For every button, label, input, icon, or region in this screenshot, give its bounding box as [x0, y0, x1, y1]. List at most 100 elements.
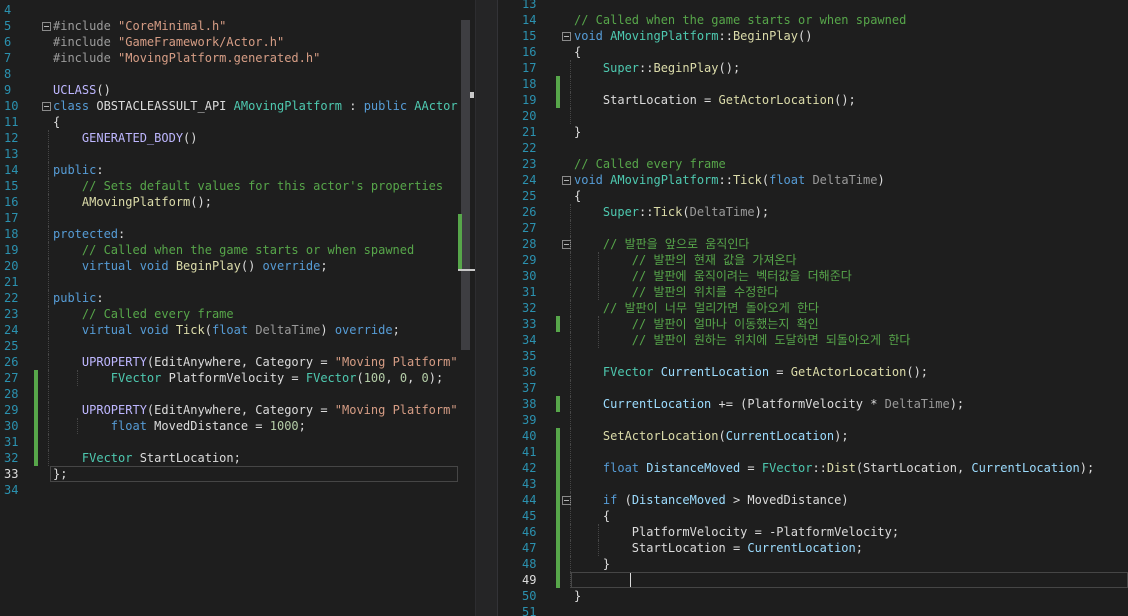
collapse-icon[interactable] — [42, 102, 51, 111]
code-text[interactable]: FVector CurrentLocation = GetActorLocati… — [574, 364, 928, 380]
code-line[interactable]: 36 FVector CurrentLocation = GetActorLoc… — [498, 364, 1128, 380]
code-line[interactable]: 25 { — [498, 188, 1128, 204]
code-text[interactable]: // Called when the game starts or when s… — [53, 242, 414, 258]
code-line[interactable]: 20 virtual void BeginPlay() override; — [0, 258, 458, 274]
code-text[interactable]: FVector StartLocation; — [53, 450, 241, 466]
code-line[interactable]: 15 // Sets default values for this actor… — [0, 178, 458, 194]
code-line[interactable]: 4 — [0, 2, 458, 18]
code-line[interactable]: 13 — [0, 146, 458, 162]
code-line[interactable]: 44 if (DistanceMoved > MovedDistance) — [498, 492, 1128, 508]
code-line[interactable]: 10 class OBSTACLEASSULT_API AMovingPlatfo… — [0, 98, 458, 114]
code-text[interactable]: // Sets default values for this actor's … — [53, 178, 443, 194]
code-line[interactable]: 51 — [498, 604, 1128, 616]
code-line[interactable]: 25 — [0, 338, 458, 354]
code-line[interactable]: 42 float DistanceMoved = FVector::Dist(S… — [498, 460, 1128, 476]
code-text[interactable]: { — [574, 188, 581, 204]
code-line[interactable]: 17 Super::BeginPlay(); — [498, 60, 1128, 76]
code-text[interactable]: // 발판이 원하는 위치에 도달하면 되돌아오게 한다 — [574, 332, 911, 348]
code-line[interactable]: 22 — [498, 140, 1128, 156]
code-line[interactable]: 15 void AMovingPlatform::BeginPlay() — [498, 28, 1128, 44]
code-line[interactable]: 16 AMovingPlatform(); — [0, 194, 458, 210]
code-line[interactable]: 43 — [498, 476, 1128, 492]
code-text[interactable]: StartLocation = GetActorLocation(); — [574, 92, 856, 108]
code-line[interactable]: 28 — [0, 386, 458, 402]
code-text[interactable]: #include "MovingPlatform.generated.h" — [53, 50, 320, 66]
code-line[interactable]: 6 #include "GameFramework/Actor.h" — [0, 34, 458, 50]
code-line[interactable]: 31 // 발판의 위치를 수정한다 — [498, 284, 1128, 300]
code-line[interactable]: 27 FVector PlatformVelocity = FVector(10… — [0, 370, 458, 386]
code-line[interactable]: 48 } — [498, 556, 1128, 572]
code-text[interactable]: UCLASS() — [53, 82, 111, 98]
code-line[interactable]: 9 UCLASS() — [0, 82, 458, 98]
code-text[interactable]: AMovingPlatform(); — [53, 194, 212, 210]
code-line[interactable]: 34 // 발판이 원하는 위치에 도달하면 되돌아오게 한다 — [498, 332, 1128, 348]
pane-splitter[interactable] — [475, 0, 498, 616]
code-line[interactable]: 41 — [498, 444, 1128, 460]
code-line[interactable]: 14 public: — [0, 162, 458, 178]
code-text[interactable]: GENERATED_BODY() — [53, 130, 198, 146]
code-line[interactable]: 17 — [0, 210, 458, 226]
code-line[interactable]: 35 — [498, 348, 1128, 364]
code-line[interactable]: 24 void AMovingPlatform::Tick(float Delta… — [498, 172, 1128, 188]
code-line[interactable]: 18 protected: — [0, 226, 458, 242]
code-line[interactable]: 29 UPROPERTY(EditAnywhere, Category = "M… — [0, 402, 458, 418]
code-text[interactable]: virtual void Tick(float DeltaTime) overr… — [53, 322, 400, 338]
code-text[interactable]: } — [574, 588, 581, 604]
code-text[interactable]: Super::BeginPlay(); — [574, 60, 740, 76]
code-text[interactable]: { — [574, 44, 581, 60]
code-text[interactable]: public: — [53, 162, 104, 178]
code-line[interactable]: 33}; — [0, 466, 458, 482]
code-line[interactable]: 37 — [498, 380, 1128, 396]
code-line[interactable]: 33 // 발판이 얼마나 이동했는지 확인 — [498, 316, 1128, 332]
scrollbar-thumb[interactable] — [461, 20, 470, 350]
code-text[interactable]: // Called every frame — [53, 306, 234, 322]
source-editor-pane[interactable]: 13 14 // Called when the game starts or wh… — [498, 0, 1128, 616]
code-text[interactable]: UPROPERTY(EditAnywhere, Category = "Movi… — [53, 354, 458, 370]
code-text[interactable]: { — [574, 508, 610, 524]
code-text[interactable]: { — [53, 114, 60, 130]
code-text[interactable]: #include "CoreMinimal.h" — [53, 18, 226, 34]
collapse-icon[interactable] — [42, 22, 51, 31]
code-line[interactable]: 50} — [498, 588, 1128, 604]
vertical-scrollbar[interactable] — [458, 0, 475, 616]
code-line[interactable]: 16 { — [498, 44, 1128, 60]
code-line[interactable]: 30 float MovedDistance = 1000; — [0, 418, 458, 434]
code-line[interactable]: 40 SetActorLocation(CurrentLocation); — [498, 428, 1128, 444]
code-text[interactable]: void AMovingPlatform::Tick(float DeltaTi… — [574, 172, 885, 188]
code-line[interactable]: 12 GENERATED_BODY() — [0, 130, 458, 146]
code-line[interactable]: 38 CurrentLocation += (PlatformVelocity … — [498, 396, 1128, 412]
code-text[interactable]: PlatformVelocity = -PlatformVelocity; — [574, 524, 899, 540]
collapse-icon[interactable] — [562, 32, 571, 41]
code-text[interactable]: float MovedDistance = 1000; — [53, 418, 306, 434]
code-text[interactable]: }; — [53, 466, 67, 482]
code-line[interactable]: 22 public: — [0, 290, 458, 306]
code-text[interactable]: virtual void BeginPlay() override; — [53, 258, 328, 274]
code-text[interactable]: StartLocation = CurrentLocation; — [574, 540, 863, 556]
code-text[interactable]: class OBSTACLEASSULT_API AMovingPlatform… — [53, 98, 458, 114]
code-line[interactable]: 49 — [498, 572, 1128, 588]
code-text[interactable]: // 발판을 앞으로 움직인다 — [574, 236, 750, 252]
code-text[interactable]: UPROPERTY(EditAnywhere, Category = "Movi… — [53, 402, 458, 418]
code-line[interactable]: 23 // Called every frame — [498, 156, 1128, 172]
code-text[interactable]: // 발판이 너무 멀리가면 돌아오게 한다 — [574, 300, 819, 316]
code-line[interactable]: 20 — [498, 108, 1128, 124]
code-text[interactable]: SetActorLocation(CurrentLocation); — [574, 428, 849, 444]
code-line[interactable]: 18 — [498, 76, 1128, 92]
code-line[interactable]: 19 // Called when the game starts or whe… — [0, 242, 458, 258]
code-line[interactable]: 7 #include "MovingPlatform.generated.h" — [0, 50, 458, 66]
code-line[interactable]: 28 // 발판을 앞으로 움직인다 — [498, 236, 1128, 252]
header-editor-pane[interactable]: 4 5 #include "CoreMinimal.h" 6 #include "Gam… — [0, 0, 458, 616]
code-line[interactable]: 26 Super::Tick(DeltaTime); — [498, 204, 1128, 220]
code-text[interactable]: // 발판의 위치를 수정한다 — [574, 284, 779, 300]
code-line[interactable]: 45 { — [498, 508, 1128, 524]
code-text[interactable]: void AMovingPlatform::BeginPlay() — [574, 28, 812, 44]
code-line[interactable]: 32 // 발판이 너무 멀리가면 돌아오게 한다 — [498, 300, 1128, 316]
code-text[interactable]: // Called when the game starts or when s… — [574, 12, 906, 28]
code-text[interactable]: // 발판의 현재 값을 가져온다 — [574, 252, 797, 268]
collapse-icon[interactable] — [562, 176, 571, 185]
code-text[interactable]: } — [574, 556, 610, 572]
code-text[interactable]: public: — [53, 290, 104, 306]
code-line[interactable]: 32 FVector StartLocation; — [0, 450, 458, 466]
code-line[interactable]: 26 UPROPERTY(EditAnywhere, Category = "M… — [0, 354, 458, 370]
code-line[interactable]: 21} — [498, 124, 1128, 140]
